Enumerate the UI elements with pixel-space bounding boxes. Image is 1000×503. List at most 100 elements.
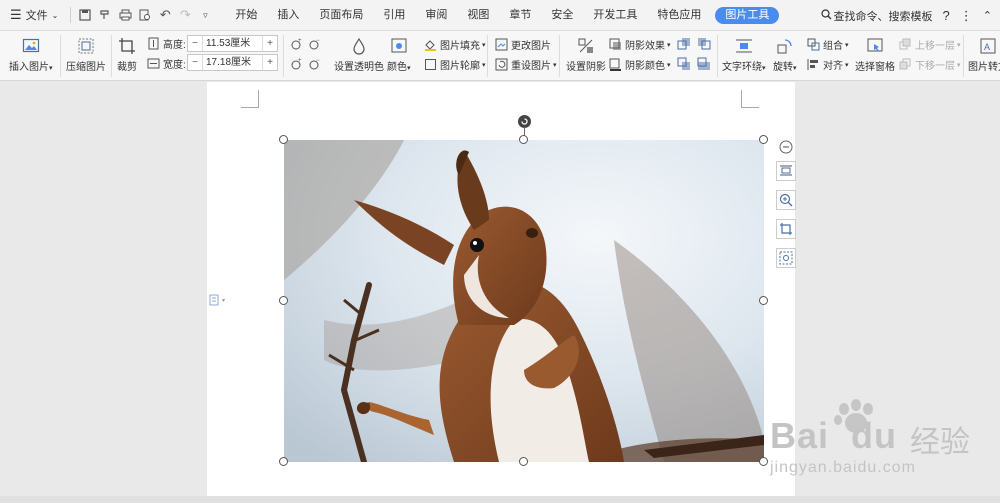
tab-9[interactable]: 特色应用 [647,0,711,31]
add-shape-bottom-left-icon[interactable]: + [289,57,303,71]
insert-picture-button[interactable]: 插入图片▾ [9,37,53,73]
color-button[interactable]: 颜色▾ [387,37,411,73]
width-spinner[interactable]: − 17.18厘米 + [187,54,278,71]
reset-picture-icon [495,58,508,71]
svg-text:−: − [316,38,320,44]
height-input[interactable]: 11.53厘米 [202,36,263,51]
watermark-cn: 经验 [910,425,970,460]
resize-handle-bottom-left[interactable] [279,457,288,466]
tab-0[interactable]: 开始 [225,0,267,31]
width-decrease-button[interactable]: − [188,57,202,68]
redo-icon[interactable]: ↷ [175,5,195,25]
shadow-nudge-down-icon[interactable] [677,57,691,71]
tab-5[interactable]: 视图 [457,0,499,31]
resize-handle-left[interactable] [279,296,288,305]
resize-handle-top[interactable] [519,135,528,144]
shadow-effect-icon [609,38,622,51]
resize-handle-bottom[interactable] [519,457,528,466]
fill-bucket-icon [424,38,437,51]
add-shape-bottom-right-icon[interactable]: − [307,57,321,71]
send-backward-button[interactable]: 下移一层 ▾ [899,57,961,72]
more-options-icon[interactable]: ⋮ [960,8,973,24]
outline-icon [424,58,437,71]
picture-fill-button[interactable]: 图片填充 ▾ [424,37,486,52]
watermark-url: jingyan.baidu.com [770,459,916,476]
tab-8[interactable]: 开发工具 [583,0,647,31]
picture-icon [22,37,40,55]
send-backward-label: 下移一层 [915,61,955,72]
reset-picture-label: 重设图片 [511,61,551,72]
format-painter-icon[interactable] [95,5,115,25]
selection-pane-label: 选择窗格 [855,62,895,73]
change-picture-label: 更改图片 [511,41,551,52]
collapse-ribbon-icon[interactable]: ⌃ [983,9,992,22]
shadow-effect-button[interactable]: 阴影效果 ▾ [609,37,671,52]
selection-pane-button[interactable]: 选择窗格 [855,37,895,73]
compress-picture-button[interactable]: 压缩图片 [66,37,106,73]
crop-button[interactable]: 裁剪 [117,37,137,73]
rotate-icon [776,37,794,55]
squirrel-picture[interactable] [284,140,764,462]
resize-handle-top-right[interactable] [759,135,768,144]
help-button[interactable]: ? [943,8,950,23]
collapse-toolbar-icon[interactable] [779,140,793,157]
height-decrease-button[interactable]: − [188,38,202,49]
resize-handle-right[interactable] [759,296,768,305]
height-spinner[interactable]: − 11.53厘米 + [187,35,278,52]
align-button[interactable]: 对齐 ▾ [807,57,849,72]
file-menu[interactable]: ☰ 文件 ⌄ [0,0,66,31]
status-bar [0,496,1000,503]
group-button[interactable]: 组合 ▾ [807,37,849,52]
crop-tool-icon[interactable] [776,219,796,239]
divider [963,35,964,77]
tab-1[interactable]: 插入 [267,0,309,31]
save-icon[interactable] [75,5,95,25]
page-margin-corner [741,90,759,108]
tab-picture-tools[interactable]: 图片工具 [715,6,780,24]
add-shape-top-right-icon[interactable]: − [307,37,321,51]
resize-handle-bottom-right[interactable] [759,457,768,466]
picture-effects-icon[interactable] [776,248,796,268]
tab-4[interactable]: 审阅 [415,0,457,31]
change-picture-button[interactable]: 更改图片 [495,37,551,52]
text-wrap-button[interactable]: 文字环绕▾ [722,37,766,73]
shadow-nudge-left-icon[interactable] [697,37,711,51]
shadow-color-button[interactable]: 阴影颜色 ▾ [609,57,671,72]
customize-quick-access-icon[interactable]: ▿ [195,5,215,25]
bring-forward-button[interactable]: 上移一层 ▾ [899,37,961,52]
print-preview-icon[interactable] [135,5,155,25]
tab-6[interactable]: 章节 [499,0,541,31]
set-transparent-color-button[interactable]: 设置透明色 [334,37,384,73]
width-input[interactable]: 17.18厘米 [202,55,263,70]
page-margin-corner [241,90,259,108]
divider [487,35,488,77]
shadow-color-label: 阴影颜色 [625,61,665,72]
layout-options-icon[interactable] [776,161,796,181]
watermark-brand-part2: du [851,415,898,456]
height-increase-button[interactable]: + [263,38,277,49]
shadow-icon [577,37,595,55]
print-icon[interactable] [115,5,135,25]
picture-to-text-button[interactable]: A 图片转文 [968,37,1000,73]
add-shape-top-left-icon[interactable]: + [289,37,303,51]
resize-handle-top-left[interactable] [279,135,288,144]
shadow-nudge-up-icon[interactable] [677,37,691,51]
height-label: 高度: [163,40,186,51]
picture-outline-label: 图片轮廓 [440,61,480,72]
paragraph-marker-icon[interactable]: ▾ [209,294,229,309]
tab-2[interactable]: 页面布局 [309,0,373,31]
rotate-button[interactable]: 旋转▾ [773,37,797,73]
search-command[interactable]: 查找命令、搜索模板 [820,8,933,24]
compress-picture-label: 压缩图片 [66,62,106,73]
send-backward-icon [899,58,912,71]
undo-icon[interactable]: ↶ [155,5,175,25]
zoom-in-icon[interactable] [776,190,796,210]
width-increase-button[interactable]: + [263,57,277,68]
bring-forward-label: 上移一层 [915,41,955,52]
picture-outline-button[interactable]: 图片轮廓 ▾ [424,57,486,72]
tab-3[interactable]: 引用 [373,0,415,31]
shadow-nudge-right-icon[interactable] [697,57,711,71]
set-shadow-button[interactable]: 设置阴影 [566,37,606,73]
reset-picture-button[interactable]: 重设图片 ▾ [495,57,557,72]
tab-7[interactable]: 安全 [541,0,583,31]
